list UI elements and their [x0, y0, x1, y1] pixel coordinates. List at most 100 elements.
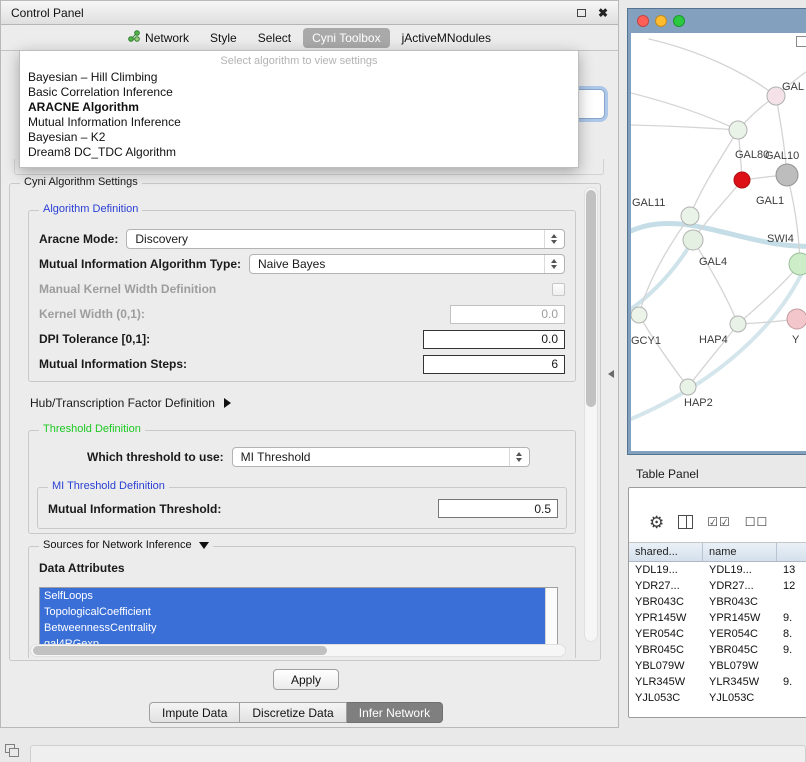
network-node[interactable] [681, 207, 699, 225]
hub-section-toggle[interactable]: Hub/Transcription Factor Definition [30, 396, 231, 410]
table-cell: YLR345W [703, 676, 777, 688]
tab-label: Select [258, 31, 291, 45]
table-cell: YDR27... [703, 580, 777, 592]
tab-label: Cyni Toolbox [312, 31, 380, 45]
mi-threshold-field[interactable]: 0.5 [438, 499, 558, 518]
which-threshold-label: Which threshold to use: [87, 450, 224, 464]
mi-steps-field[interactable]: 6 [423, 355, 565, 374]
table-cell: YER054C [703, 628, 777, 640]
bottom-tab-infer-network[interactable]: Infer Network [347, 702, 443, 723]
network-node[interactable] [787, 309, 806, 329]
algorithm-option[interactable]: Basic Correlation Inference [20, 85, 578, 100]
tab-select[interactable]: Select [249, 28, 300, 48]
bottom-tab-bar: Impute DataDiscretize DataInfer Network [149, 702, 443, 723]
tab-label: Network [145, 31, 189, 45]
which-threshold-value: MI Threshold [241, 450, 311, 464]
network-edge [631, 275, 801, 419]
table-row[interactable]: YER054CYER054C8. [629, 626, 806, 642]
network-node[interactable] [729, 121, 747, 139]
network-canvas[interactable]: GALGAL80GAL10GAL11GAL1SWI4GAL4GCY1HAP4YH… [631, 33, 806, 451]
table-header: shared...name [629, 542, 806, 562]
network-node[interactable] [730, 316, 746, 332]
table-row[interactable]: YJL053CYJL053C [629, 690, 806, 706]
network-node[interactable] [683, 230, 703, 250]
apply-button[interactable]: Apply [273, 669, 339, 690]
bottom-tab-discretize-data[interactable]: Discretize Data [240, 702, 346, 723]
mi-threshold-label: Mutual Information Threshold: [48, 502, 221, 516]
table-cell: YDL19... [703, 564, 777, 576]
tab-cyni-toolbox[interactable]: Cyni Toolbox [303, 28, 389, 48]
aracne-mode-combobox[interactable]: Discovery [126, 229, 565, 249]
table-row[interactable]: YBL079WYBL079W [629, 658, 806, 674]
algorithm-option[interactable]: Dream8 DC_TDC Algorithm [20, 145, 578, 160]
attribute-item[interactable]: SelfLoops [40, 588, 545, 604]
float-window-icon[interactable] [577, 9, 586, 17]
table-cell: 8. [777, 628, 806, 640]
table-row[interactable]: YDL19...YDL19...13 [629, 562, 806, 578]
scrollbar-thumb[interactable] [586, 190, 596, 407]
network-node[interactable] [631, 307, 647, 323]
algorithm-option[interactable]: ARACNE Algorithm [20, 100, 578, 115]
sources-section-toggle[interactable]: Sources for Network Inference [39, 539, 213, 551]
birdseye-toggle[interactable] [796, 36, 806, 47]
zoom-button[interactable] [673, 15, 685, 27]
column-header[interactable]: name [703, 543, 777, 561]
network-node[interactable] [776, 164, 798, 186]
scrollbar-thumb[interactable] [33, 646, 327, 655]
select-all-icon[interactable]: ☑☑ [707, 515, 731, 529]
combobox-stepper-icon [544, 230, 560, 248]
gear-icon[interactable]: ⚙ [649, 514, 664, 531]
bottom-tab-impute-data[interactable]: Impute Data [149, 702, 240, 723]
column-header[interactable]: shared... [629, 543, 703, 561]
algorithm-option[interactable]: Bayesian – Hill Climbing [20, 70, 578, 85]
network-edge [693, 240, 738, 324]
table-cell: YJL053C [703, 692, 777, 704]
table-cell: YBR043C [703, 596, 777, 608]
tab-network[interactable]: Network [119, 27, 198, 48]
minimize-button[interactable] [655, 15, 667, 27]
panel-splitter-arrow[interactable] [608, 370, 614, 378]
close-icon[interactable]: ✖ [598, 7, 608, 19]
mi-type-label: Mutual Information Algorithm Type: [39, 257, 241, 271]
mi-type-combobox[interactable]: Naive Bayes [249, 254, 565, 274]
node-label: GAL4 [699, 256, 727, 268]
settings-vertical-scrollbar[interactable] [584, 187, 598, 642]
table-cell: YJL053C [629, 692, 703, 704]
table-cell: YBL079W [629, 660, 703, 672]
table-row[interactable]: YDR27...YDR27...12 [629, 578, 806, 594]
table-cell: YPR145W [629, 612, 703, 624]
kernel-width-label: Kernel Width (0,1): [39, 307, 145, 321]
tab-jactivemnodules[interactable]: jActiveMNodules [393, 28, 500, 48]
table-row[interactable]: YLR345WYLR345W9. [629, 674, 806, 690]
attribute-item[interactable]: BetweennessCentrality [40, 620, 545, 636]
dropdown-placeholder: Select algorithm to view settings [20, 53, 578, 70]
control-panel-window: Control Panel ✖ NetworkStyleSelectCyni T… [0, 0, 619, 728]
attribute-item[interactable]: TopologicalCoefficient [40, 604, 545, 620]
table-row[interactable]: YBR043CYBR043C [629, 594, 806, 610]
table-row[interactable]: YBR045CYBR045C9. [629, 642, 806, 658]
network-view-window: GALGAL80GAL10GAL11GAL1SWI4GAL4GCY1HAP4YH… [627, 8, 806, 455]
column-header[interactable] [777, 543, 806, 561]
expand-arrow-icon [224, 398, 231, 408]
network-node[interactable] [789, 253, 806, 275]
deselect-all-icon[interactable]: ☐☐ [745, 515, 769, 529]
node-label: GCY1 [631, 335, 661, 347]
close-button[interactable] [637, 15, 649, 27]
dpi-tolerance-field[interactable]: 0.0 [423, 330, 565, 349]
collapsed-bottom-panel[interactable] [30, 745, 806, 762]
which-threshold-combobox[interactable]: MI Threshold [232, 447, 530, 467]
settings-horizontal-scrollbar[interactable] [30, 644, 566, 657]
network-node[interactable] [734, 172, 750, 188]
threshold-definition-title: Threshold Definition [39, 423, 145, 435]
restore-panel-icon[interactable] [5, 744, 19, 757]
list-scrollbar[interactable] [545, 588, 557, 652]
tab-label: Style [210, 31, 237, 45]
network-edge [690, 130, 738, 216]
table-cell: YBR045C [703, 644, 777, 656]
network-node[interactable] [680, 379, 696, 395]
algorithm-option[interactable]: Mutual Information Inference [20, 115, 578, 130]
table-row[interactable]: YPR145WYPR145W9. [629, 610, 806, 626]
algorithm-option[interactable]: Bayesian – K2 [20, 130, 578, 145]
tab-style[interactable]: Style [201, 28, 246, 48]
column-manager-icon[interactable] [678, 515, 693, 529]
